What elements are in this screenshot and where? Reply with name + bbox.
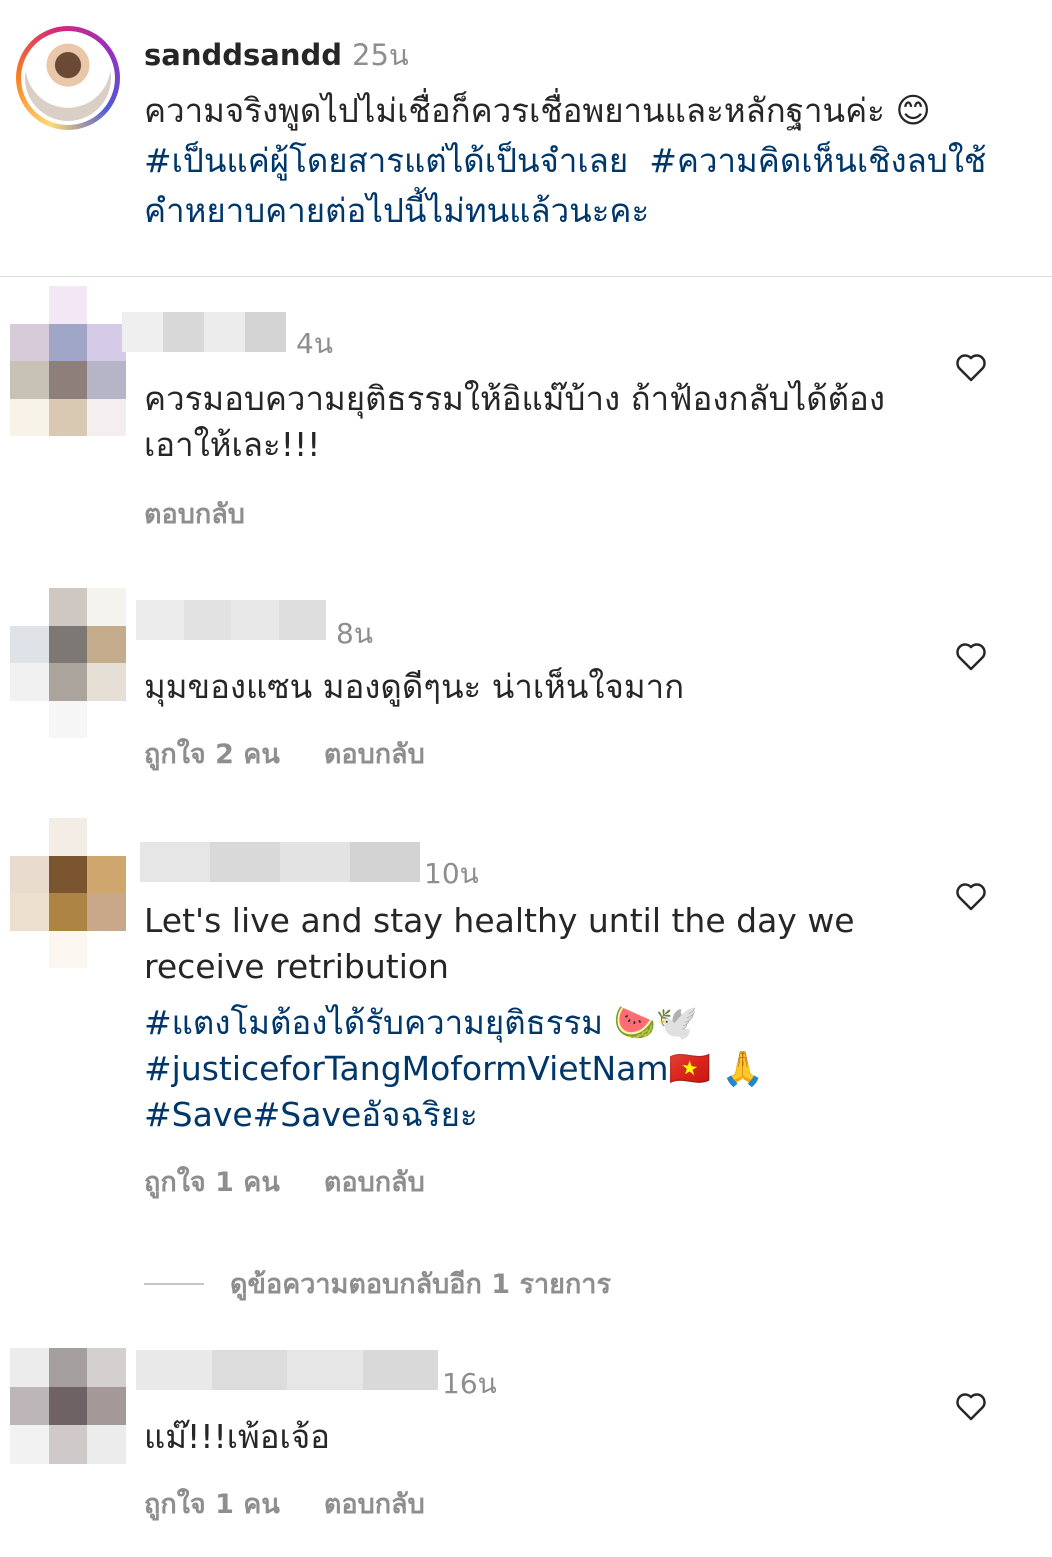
comment-text: Let's live and stay healthy until the da… xyxy=(144,901,855,986)
caption-avatar[interactable] xyxy=(16,26,120,130)
vietnam-flag-pray-emoji: 🇻🇳 🙏 xyxy=(668,1049,765,1089)
caption-header: sanddsandd 25น xyxy=(144,32,409,78)
comment-meta: ตอบกลับ xyxy=(144,492,245,535)
comment-hashtags: #แตงโมต้องได้รับความยุติธรรม 🍉🕊️ #justic… xyxy=(144,1000,924,1138)
smile-emoji: 😊 xyxy=(895,91,931,131)
hashtag[interactable]: #Save#Saveอัจฉริยะ xyxy=(144,1095,478,1134)
reply-button[interactable]: ตอบกลับ xyxy=(324,1167,425,1198)
heart-icon[interactable] xyxy=(954,881,988,911)
hashtag[interactable]: #justiceforTangMoformVietNam xyxy=(144,1049,669,1088)
comment-username-blurred[interactable] xyxy=(122,312,286,352)
caption-username[interactable]: sanddsandd xyxy=(144,38,342,72)
comment-meta: ถูกใจ 1 คน ตอบกลับ xyxy=(144,1482,425,1525)
likes-count[interactable]: ถูกใจ 1 คน xyxy=(144,1489,280,1520)
view-more-replies-label: ดูข้อความตอบกลับอีก 1 รายการ xyxy=(230,1269,611,1300)
heart-icon[interactable] xyxy=(954,352,988,382)
comment-time: 8น xyxy=(336,617,373,650)
caption-time: 25น xyxy=(352,38,409,72)
comment-avatar-blurred[interactable] xyxy=(10,1348,126,1464)
comment-time: 4น xyxy=(296,327,333,360)
divider xyxy=(0,276,1052,277)
caption-text: ความจริงพูดไปไม่เชื่อก็ควรเชื่อพยานและหล… xyxy=(144,86,1024,236)
comment-time: 16น xyxy=(442,1367,497,1400)
reply-button[interactable]: ตอบกลับ xyxy=(144,499,245,530)
comment-avatar-blurred[interactable] xyxy=(10,818,126,968)
comment-text: ควรมอบความยุติธรรมให้อิแม๊บ้าง ถ้าฟ้องกล… xyxy=(144,379,885,464)
comment-text: มุมของแซน มองดูดีๆนะ น่าเห็นใจมาก xyxy=(144,667,685,706)
view-more-replies-button[interactable]: ดูข้อความตอบกลับอีก 1 รายการ xyxy=(144,1262,611,1305)
comment-avatar-blurred[interactable] xyxy=(10,588,126,738)
hashtag[interactable]: #แตงโมต้องได้รับความยุติธรรม xyxy=(144,1003,603,1042)
comment-username-blurred[interactable] xyxy=(136,1350,438,1390)
caption-hashtag-1[interactable]: #เป็นแค่ผู้โดยสารแต่ได้เป็นจำเลย xyxy=(144,141,628,180)
reply-button[interactable]: ตอบกลับ xyxy=(324,1489,425,1520)
comment-avatar-blurred[interactable] xyxy=(10,286,126,436)
comment-username-blurred[interactable] xyxy=(140,842,420,882)
caption-body: ความจริงพูดไปไม่เชื่อก็ควรเชื่อพยานและหล… xyxy=(144,91,885,130)
reply-button[interactable]: ตอบกลับ xyxy=(324,739,425,770)
replies-line xyxy=(144,1282,204,1285)
heart-icon[interactable] xyxy=(954,1391,988,1421)
likes-count[interactable]: ถูกใจ 1 คน xyxy=(144,1167,280,1198)
likes-count[interactable]: ถูกใจ 2 คน xyxy=(144,739,280,770)
comment-time: 10น xyxy=(424,857,479,890)
heart-icon[interactable] xyxy=(954,641,988,671)
comment-meta: ถูกใจ 2 คน ตอบกลับ xyxy=(144,732,425,775)
watermelon-dove-emoji: 🍉🕊️ xyxy=(613,1003,699,1043)
avatar-photo xyxy=(25,35,111,121)
comment-meta: ถูกใจ 1 คน ตอบกลับ xyxy=(144,1160,425,1203)
comment-username-blurred[interactable] xyxy=(136,600,326,640)
comment-text: แม๊!!!เพ้อเจ้อ xyxy=(144,1417,330,1456)
